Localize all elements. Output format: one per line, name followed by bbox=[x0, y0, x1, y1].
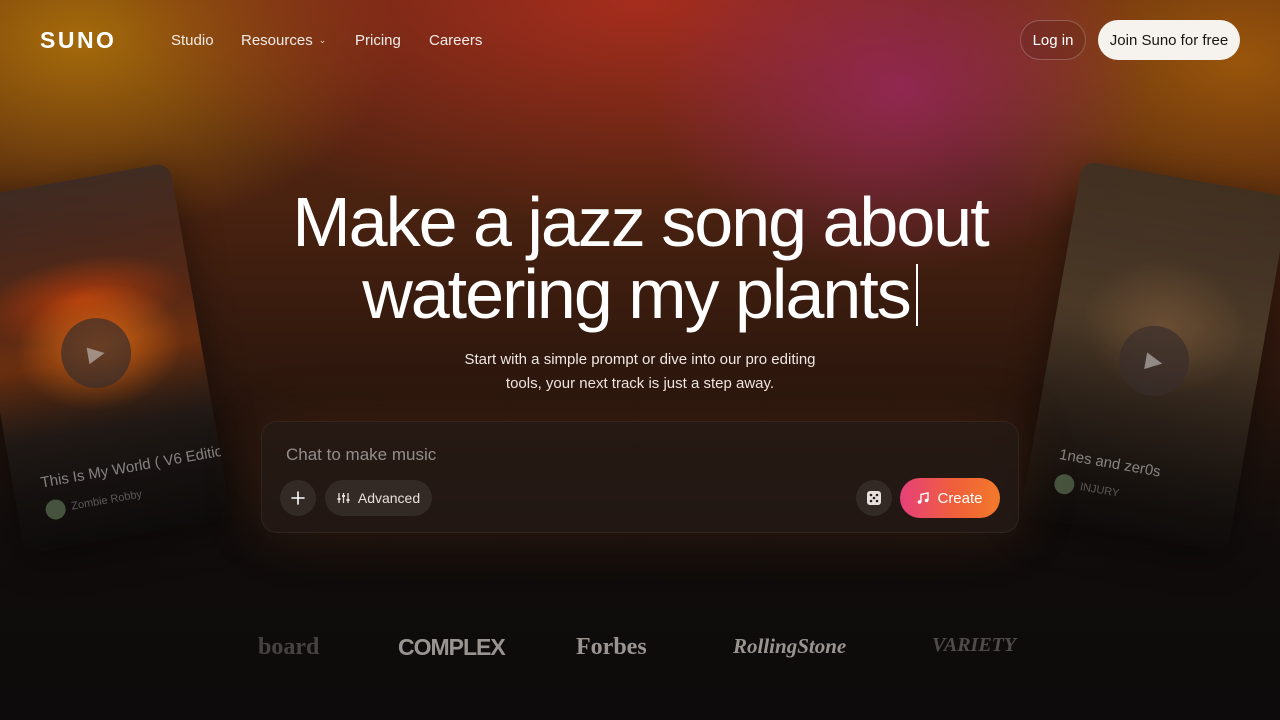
subtitle-line-2: tools, your next track is just a step aw… bbox=[505, 375, 775, 392]
press-logo-rollingstone: RollingStone bbox=[733, 634, 847, 658]
headline-line-2: watering my plants bbox=[0, 258, 1280, 330]
advanced-button[interactable]: Advanced bbox=[325, 480, 432, 516]
nav-link-resources[interactable]: Resources ⌄ bbox=[241, 32, 326, 49]
press-logo-variety: VARIETY bbox=[932, 634, 1017, 656]
top-nav: SUNO Studio Resources ⌄ Pricing Careers L… bbox=[0, 0, 1280, 80]
create-button[interactable]: Create bbox=[900, 478, 1000, 518]
hero-subtitle: Start with a simple prompt or dive into … bbox=[440, 348, 840, 396]
sliders-icon bbox=[337, 493, 350, 503]
press-logo-complex: COMPLEX bbox=[398, 634, 506, 660]
suno-logo[interactable]: SUNO bbox=[40, 27, 116, 54]
create-label: Create bbox=[937, 489, 983, 507]
nav-link-resources-label: Resources bbox=[241, 32, 313, 49]
headline-line-1: Make a jazz song about bbox=[292, 183, 989, 261]
plus-icon bbox=[291, 491, 305, 505]
login-button[interactable]: Log in bbox=[1020, 20, 1086, 60]
add-button[interactable] bbox=[280, 480, 316, 516]
chat-input[interactable] bbox=[284, 442, 888, 468]
nav-link-studio[interactable]: Studio bbox=[171, 32, 214, 49]
random-prompt-button[interactable] bbox=[856, 480, 892, 516]
join-free-button[interactable]: Join Suno for free bbox=[1098, 20, 1240, 60]
chevron-down-icon: ⌄ bbox=[318, 35, 327, 45]
advanced-label: Advanced bbox=[357, 490, 421, 506]
press-logo-billboard: board bbox=[258, 634, 320, 660]
subtitle-line-1: Start with a simple prompt or dive into … bbox=[464, 351, 816, 368]
hero-headline: Make a jazz song about watering my plant… bbox=[0, 186, 1280, 330]
chat-composer: Advanced Create bbox=[261, 421, 1019, 533]
nav-link-careers[interactable]: Careers bbox=[429, 32, 482, 49]
music-note-icon bbox=[918, 491, 930, 504]
headline-line-2-text: watering my plants bbox=[362, 255, 912, 333]
press-logo-forbes: Forbes bbox=[576, 634, 647, 660]
dice-icon bbox=[867, 491, 881, 505]
typing-caret bbox=[915, 264, 918, 326]
nav-link-pricing[interactable]: Pricing bbox=[355, 32, 401, 49]
